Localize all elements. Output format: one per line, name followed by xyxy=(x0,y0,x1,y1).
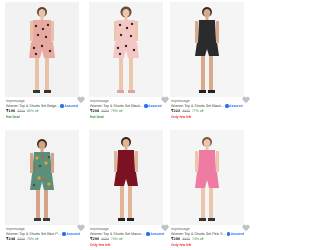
assured-badge: Assured xyxy=(144,104,162,109)
assured-icon xyxy=(62,232,66,236)
product-card[interactable]: Impressage Women Top & Shorts Set Black.… xyxy=(89,2,169,127)
price-row: ₹250 ₹999 74% off xyxy=(171,237,245,242)
product-price: ₹248 xyxy=(6,236,16,242)
product-meta: Impressage Women Top & Shorts Set Blue P… xyxy=(6,227,80,242)
product-card[interactable]: Impressage Women Top & Shorts Set Black.… xyxy=(170,2,250,127)
model-figure-image xyxy=(170,2,244,97)
product-image[interactable] xyxy=(170,130,244,225)
deal-tag: Hot Deal xyxy=(6,114,20,119)
assured-badge: Assured xyxy=(60,104,78,109)
product-card[interactable]: Impressage Women Top & Shorts Set Beige.… xyxy=(5,2,85,127)
assured-badge: Assured xyxy=(226,232,244,237)
product-meta: Impressage Women Top & Shorts Set Beige.… xyxy=(6,99,80,119)
product-meta: Impressage Women Top & Shorts Set Pink S… xyxy=(171,227,245,247)
price-row: ₹248 ₹999 75% off xyxy=(6,237,80,242)
product-image[interactable] xyxy=(170,2,244,97)
model-figure-image xyxy=(5,130,79,225)
model-figure-image xyxy=(5,2,79,97)
product-card[interactable]: Impressage Women Top & Shorts Set Blue P… xyxy=(5,130,85,250)
product-meta: Impressage Women Top & Shorts Set Black.… xyxy=(171,99,245,119)
product-price: ₹196 xyxy=(6,108,16,114)
assured-badge: Assured xyxy=(225,104,243,109)
price-row: ₹208 ₹999 79% off xyxy=(90,109,164,114)
product-card[interactable]: Impressage Women Top & Shorts Set Pink S… xyxy=(170,130,250,250)
discount-label: 75% off xyxy=(27,237,39,242)
discount-label: 74% off xyxy=(111,237,123,242)
assured-badge: Assured xyxy=(62,232,80,237)
product-meta: Impressage Women Top & Shorts Set Black.… xyxy=(90,99,164,119)
product-image[interactable] xyxy=(89,2,163,97)
product-mrp: ₹999 xyxy=(101,109,110,114)
stock-tag: Only few left xyxy=(90,242,111,247)
product-mrp: ₹999 xyxy=(17,109,26,114)
product-price: ₹250 xyxy=(171,236,181,242)
discount-label: 74% off xyxy=(192,237,204,242)
discount-label: 80% off xyxy=(27,109,39,114)
price-row: ₹250 ₹999 74% off xyxy=(90,237,164,242)
assured-icon xyxy=(60,104,64,108)
product-mrp: ₹999 xyxy=(101,237,110,242)
product-image[interactable] xyxy=(5,130,79,225)
product-grid: Impressage Women Top & Shorts Set Beige.… xyxy=(0,0,250,250)
product-mrp: ₹999 xyxy=(17,237,26,242)
discount-label: 79% off xyxy=(111,109,123,114)
product-image[interactable] xyxy=(5,2,79,97)
product-price: ₹250 xyxy=(90,236,100,242)
price-row: ₹222 ₹999 77% off xyxy=(171,109,245,114)
price-row: ₹196 ₹999 80% off xyxy=(6,109,80,114)
product-mrp: ₹999 xyxy=(182,237,191,242)
model-figure-image xyxy=(89,2,163,97)
assured-icon xyxy=(146,232,150,236)
stock-tag: Only few left xyxy=(171,114,192,119)
stock-tag: Only few left xyxy=(171,242,192,247)
product-price: ₹208 xyxy=(90,108,100,114)
product-card[interactable]: Impressage Women Top & Shorts Set Maroon… xyxy=(89,130,169,250)
product-image[interactable] xyxy=(89,130,163,225)
model-figure-image xyxy=(170,130,244,225)
deal-tag: Hot Deal xyxy=(90,114,104,119)
product-price: ₹222 xyxy=(171,108,181,114)
product-meta: Impressage Women Top & Shorts Set Maroon… xyxy=(90,227,164,247)
model-figure-image xyxy=(89,130,163,225)
assured-icon xyxy=(225,104,229,108)
product-mrp: ₹999 xyxy=(182,109,191,114)
discount-label: 77% off xyxy=(192,109,204,114)
assured-icon xyxy=(226,232,231,236)
assured-icon xyxy=(144,104,148,108)
assured-badge: Assured xyxy=(146,232,164,237)
